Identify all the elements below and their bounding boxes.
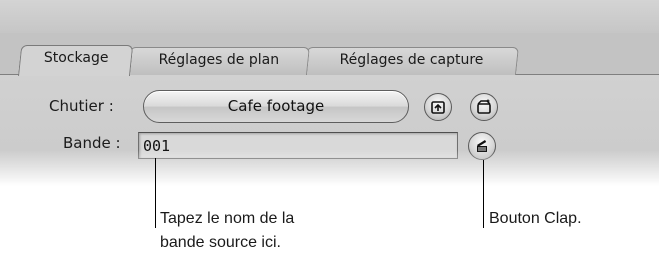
clap-callout-text: Bouton Clap.	[489, 210, 582, 227]
tab-clip-settings[interactable]: Réglages de plan	[127, 47, 310, 75]
tape-callout-text: Tapez le nom de la bande source ici.	[160, 207, 294, 255]
new-bin-button[interactable]	[470, 93, 498, 121]
tab-clip-settings-label: Réglages de plan	[158, 52, 279, 68]
tape-name-input[interactable]	[138, 132, 458, 159]
tab-capture-settings[interactable]: Réglages de capture	[304, 47, 519, 75]
clap-callout-line	[483, 160, 484, 228]
tape-callout-line1: Tapez le nom de la	[160, 210, 295, 227]
tab-storage[interactable]: Stockage	[18, 45, 134, 76]
tab-capture-settings-label: Réglages de capture	[339, 52, 484, 68]
tape-label: Bande :	[63, 134, 121, 152]
import-bin-button[interactable]	[424, 93, 452, 121]
clapper-icon	[477, 140, 487, 152]
tape-callout-line	[155, 158, 156, 228]
new-bin-icon	[477, 99, 491, 114]
window-top-bar	[0, 0, 659, 34]
tab-storage-label: Stockage	[43, 50, 109, 66]
bin-label: Chutier :	[49, 97, 114, 115]
bin-button[interactable]: Cafe footage	[143, 90, 409, 123]
clap-button[interactable]	[468, 132, 496, 160]
capture-window-panel: Réglages de capture Réglages de plan Sto…	[0, 0, 659, 188]
import-bin-icon	[431, 101, 445, 114]
tape-callout-line2: bande source ici.	[160, 234, 281, 251]
